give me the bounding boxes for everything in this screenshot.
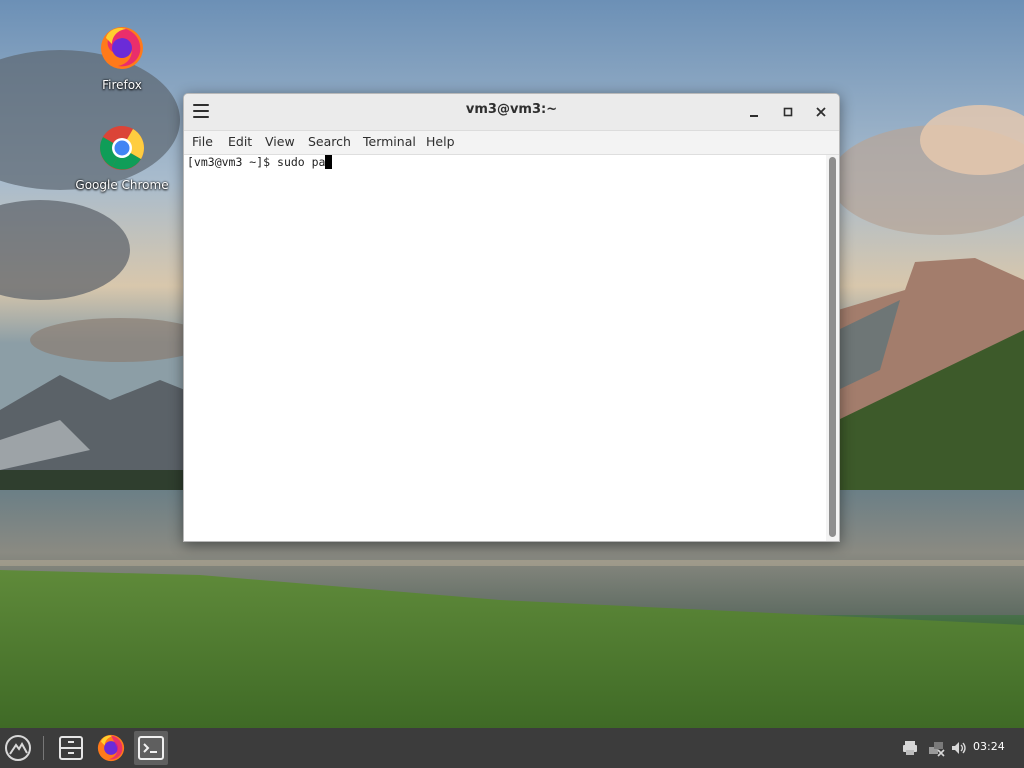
firefox-icon <box>101 27 143 69</box>
app-menu-icon <box>5 735 31 761</box>
terminal-input: sudo pa <box>277 155 326 169</box>
menu-search[interactable]: Search <box>308 134 351 149</box>
minimize-icon <box>750 115 758 117</box>
window-title: vm3@vm3:~ <box>465 102 558 117</box>
close-button[interactable] <box>811 102 831 122</box>
desktop: Firefox Google Chrome vm3@vm3:~ File Edi… <box>0 0 1024 768</box>
terminal-prompt: [vm3@vm3 ~]$ <box>187 155 278 169</box>
taskbar-terminal[interactable] <box>134 731 168 765</box>
maximize-icon <box>783 107 793 117</box>
desktop-icon-firefox[interactable]: Firefox <box>72 24 172 92</box>
terminal-content[interactable]: [vm3@vm3 ~]$ sudo pa <box>184 155 826 541</box>
window-titlebar[interactable]: vm3@vm3:~ <box>184 94 839 131</box>
printer-icon[interactable] <box>901 739 919 757</box>
minimize-button[interactable] <box>744 102 764 122</box>
taskbar-firefox[interactable] <box>94 731 128 765</box>
taskbar: 03:24 <box>0 728 1024 768</box>
menu-help[interactable]: Help <box>426 134 455 149</box>
scrollbar-thumb[interactable] <box>829 157 836 537</box>
menu-view[interactable]: View <box>265 134 295 149</box>
taskbar-file-manager[interactable] <box>54 731 88 765</box>
menu-terminal[interactable]: Terminal <box>363 134 416 149</box>
menu-file[interactable]: File <box>192 134 213 149</box>
terminal-cursor <box>325 155 333 169</box>
menubar: File Edit View Search Terminal Help <box>184 131 839 155</box>
taskbar-separator <box>43 736 44 760</box>
desktop-icon-label: Firefox <box>102 78 142 92</box>
desktop-icon-label: Google Chrome <box>75 178 169 192</box>
close-icon <box>816 107 826 117</box>
clock[interactable]: 03:24 <box>973 740 1005 753</box>
maximize-button[interactable] <box>778 102 798 122</box>
scrollbar[interactable] <box>826 155 839 541</box>
file-manager-icon <box>59 736 83 760</box>
volume-icon[interactable] <box>950 739 968 757</box>
menu-edit[interactable]: Edit <box>228 134 252 149</box>
terminal-icon <box>138 736 164 760</box>
desktop-icon-google-chrome[interactable]: Google Chrome <box>72 124 172 192</box>
terminal-window[interactable]: vm3@vm3:~ File Edit View Search Terminal… <box>183 93 840 542</box>
firefox-icon <box>97 734 125 762</box>
terminal-line: [vm3@vm3 ~]$ sudo pa <box>187 155 333 169</box>
network-disconnected-icon[interactable] <box>928 739 946 757</box>
app-menu-button[interactable] <box>1 731 35 765</box>
chrome-icon <box>100 126 144 170</box>
